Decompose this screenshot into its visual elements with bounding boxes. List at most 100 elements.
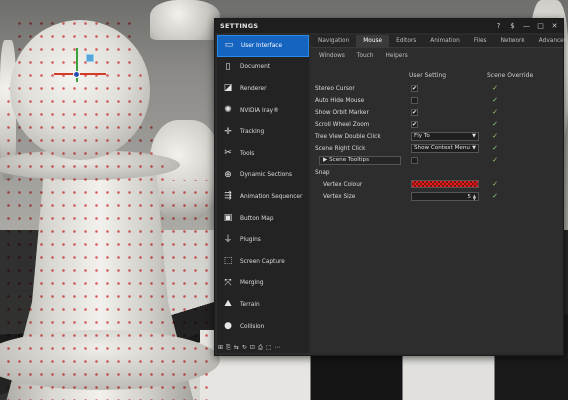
subtab-helpers[interactable]: Helpers [380,50,414,63]
frame-icon[interactable]: ⊡ [250,344,255,352]
collision-icon: ● [224,321,232,332]
vertex-colour-swatch[interactable] [411,180,479,188]
sidebar-item-label: Document [240,64,271,71]
vertex-colour-override-icon[interactable]: ✓ [491,180,499,188]
gizmo-center[interactable] [73,71,80,78]
show-orbit-marker-override-icon[interactable]: ✓ [491,108,499,116]
scene-right-click-override-icon[interactable]: ✓ [491,144,499,152]
sidebar-item-tools[interactable]: ✂ Tools [217,143,309,165]
stereo-cursor-checkbox[interactable]: ✔ [411,85,418,92]
tree-view-double-click-label: Tree View Double Click [315,133,381,140]
sidebar-item-collision[interactable]: ● Collision [217,316,309,338]
snap-label: Snap [315,169,330,176]
sidebar-item-nvidia-iray[interactable]: ✺ NVIDIA Iray® [217,100,309,122]
vertex-size-spinbox[interactable]: 5 ▲ ▼ [411,192,479,201]
tab-navigation[interactable]: Navigation [311,35,356,47]
tab-mouse[interactable]: Mouse [356,35,390,47]
setting-row-auto-hide-mouse: Auto Hide Mouse ✓ [315,95,561,106]
minimize-icon[interactable]: — [523,22,530,30]
sidebar-item-label: Button Map [240,215,274,222]
refresh-icon[interactable]: ↻ [242,344,247,352]
spin-arrows-icon[interactable]: ▲ ▼ [473,193,476,200]
tracking-icon: ✛ [224,126,232,137]
gizmo-plane-handle[interactable] [86,54,94,62]
title-bar[interactable]: SETTINGS ? $ — □ ✕ [215,19,563,33]
scene-tooltips-override-icon[interactable]: ✓ [491,156,499,164]
dynamic-sections-icon: ⊕ [224,169,232,180]
scene-tooltips-checkbox[interactable] [411,157,418,164]
swap-icon[interactable]: ⇆ [234,344,239,352]
sidebar-footer-toolbar: ⊞ ⎘ ⇆ ↻ ⊡ ⎙ ⬚ ⋯ [218,344,308,352]
terrain-icon: ⛰ [224,299,232,310]
setting-row-tree-view-double-click: Tree View Double Click Fly To ▼ ✓ [315,131,561,142]
sidebar-item-label: Plugins [240,237,261,244]
show-orbit-marker-checkbox[interactable]: ✔ [411,109,418,116]
maximize-icon[interactable]: □ [537,22,544,30]
setting-row-scroll-wheel-zoom: Scroll Wheel Zoom ✔ ✓ [315,119,561,130]
pin-icon[interactable]: $ [509,22,516,30]
vertex-markers [0,12,215,400]
sidebar-item-document[interactable]: ▯ Document [217,57,309,79]
vertex-size-override-icon[interactable]: ✓ [491,192,499,200]
setting-row-show-orbit-marker: Show Orbit Marker ✔ ✓ [315,107,561,118]
setting-row-scene-right-click: Scene Right Click Show Context Menu ▼ ✓ [315,143,561,154]
scene-right-click-value: Show Context Menu [414,145,470,151]
setting-row-vertex-colour: Vertex Colour ✓ [323,179,568,190]
stereo-cursor-label: Stereo Cursor [315,85,355,92]
subtab-windows[interactable]: Windows [313,50,351,63]
tab-bar: Navigation Mouse Editors Animation Files Netw… [311,35,567,48]
tab-editors[interactable]: Editors [389,35,423,47]
sidebar-item-button-map[interactable]: ▣ Button Map [217,208,309,230]
tools-icon: ✂ [224,148,232,159]
sidebar-item-animation-sequencer[interactable]: ⇶ Animation Sequencer [217,186,309,208]
tab-advanced[interactable]: Advanced [532,35,568,47]
sidebar-item-terrain[interactable]: ⛰ Terrain [217,294,309,316]
scene-override-header: Scene Override [487,72,534,79]
tab-animation[interactable]: Animation [423,35,467,47]
screen-capture-icon: ⬚ [223,256,233,267]
sidebar-item-label: Terrain [240,301,260,308]
user-interface-icon: ▭ [224,40,234,51]
grid-icon[interactable]: ⊞ [218,344,223,352]
document-icon: ▯ [225,61,231,72]
sidebar-item-merging[interactable]: ⤧ Merging [217,273,309,295]
sidebar-item-label: Animation Sequencer [240,193,303,200]
sidebar-item-label: Tools [240,150,255,157]
animation-sequencer-icon: ⇶ [224,191,232,202]
auto-hide-mouse-label: Auto Hide Mouse [315,97,365,104]
tab-network[interactable]: Network [494,35,532,47]
sidebar-item-dynamic-sections[interactable]: ⊕ Dynamic Sections [217,165,309,187]
help-icon[interactable]: ? [495,22,502,30]
auto-hide-mouse-checkbox[interactable] [411,97,418,104]
sidebar-item-user-interface[interactable]: ▭ User Interface [217,35,309,57]
gizmo-x-axis[interactable] [54,73,106,75]
print-icon[interactable]: ⎙ [258,344,263,352]
vertex-size-label: Vertex Size [323,193,356,200]
show-orbit-marker-label: Show Orbit Marker [315,109,369,116]
capture-icon[interactable]: ⬚ [266,344,272,352]
vertex-colour-label: Vertex Colour [323,181,363,188]
more-icon[interactable]: ⋯ [274,344,280,352]
copy-icon[interactable]: ⎘ [226,344,231,352]
tree-view-double-click-override-icon[interactable]: ✓ [491,132,499,140]
sidebar-item-renderer[interactable]: ◪ Renderer [217,78,309,100]
tab-files[interactable]: Files [467,35,494,47]
subtab-touch[interactable]: Touch [351,50,380,63]
auto-hide-mouse-override-icon[interactable]: ✓ [491,96,499,104]
background-chess-piece [150,0,220,40]
sidebar-item-tracking[interactable]: ✛ Tracking [217,121,309,143]
sidebar-item-label: Tracking [240,129,265,136]
scroll-wheel-zoom-checkbox[interactable]: ✔ [411,121,418,128]
sidebar-item-plugins[interactable]: ⏚ Plugins [217,229,309,251]
nvidia-iray-icon: ✺ [224,105,232,116]
scene-right-click-dropdown[interactable]: Show Context Menu ▼ [411,144,479,153]
settings-dialog: SETTINGS ? $ — □ ✕ ▭ User Interface ▯ Docum… [214,18,567,356]
close-icon[interactable]: ✕ [551,22,558,30]
scene-tooltips-expander[interactable]: ▶ Scene Tooltips [319,156,401,165]
user-setting-header: User Setting [409,72,447,79]
sidebar-item-screen-capture[interactable]: ⬚ Screen Capture [217,251,309,273]
scroll-wheel-zoom-override-icon[interactable]: ✓ [491,120,499,128]
tree-view-double-click-dropdown[interactable]: Fly To ▼ [411,132,479,141]
sidebar-item-label: User Interface [241,42,283,49]
stereo-cursor-override-icon[interactable]: ✓ [491,84,499,92]
